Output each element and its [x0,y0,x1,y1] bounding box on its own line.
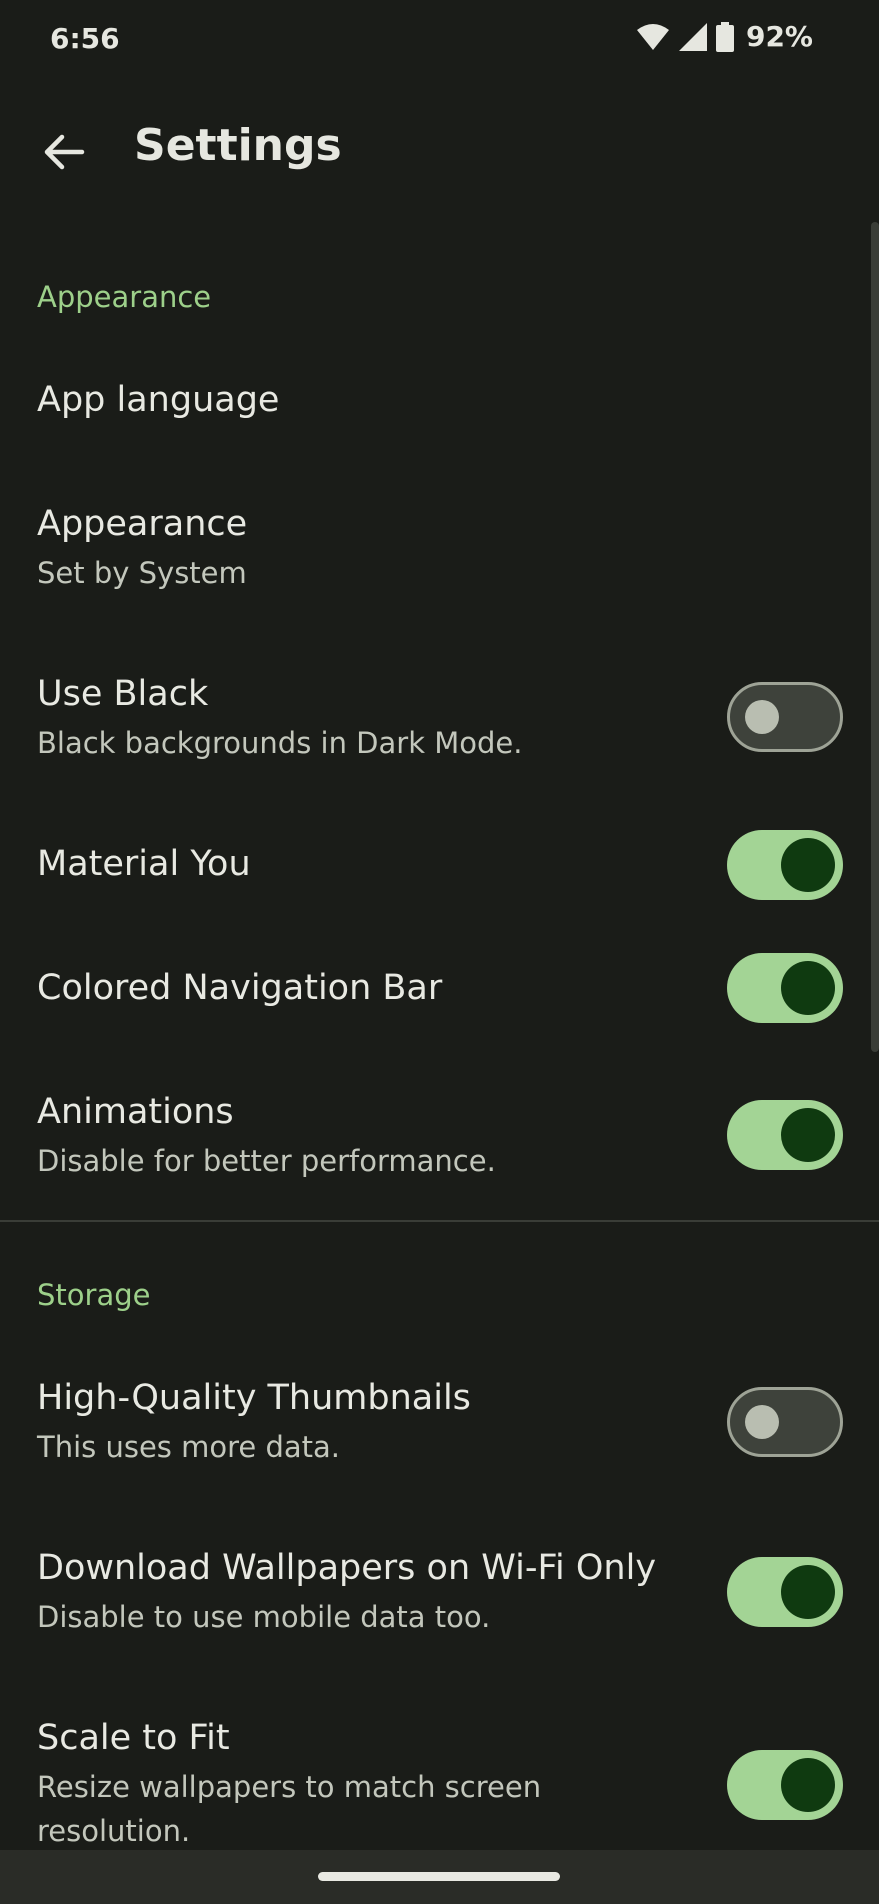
toggle-thumb [781,1758,835,1812]
toggle-thumb [781,1565,835,1619]
setting-title: High-Quality Thumbnails [37,1378,471,1418]
top-app-bar: Settings [0,80,879,220]
scrollbar[interactable] [871,222,879,1052]
setting-title: Colored Navigation Bar [37,968,443,1008]
navigation-bar [0,1850,879,1904]
gesture-handle[interactable] [318,1872,560,1881]
setting-subtitle: Disable to use mobile data too. [37,1600,491,1634]
toggle-thumb [781,838,835,892]
back-button[interactable] [38,126,90,178]
arrow-back-icon [44,134,85,170]
setting-title: App language [37,380,280,420]
setting-title: Download Wallpapers on Wi-Fi Only [37,1548,657,1588]
wifi-icon [636,23,669,50]
page-title: Settings [134,120,342,171]
toggle-thumb [781,961,835,1015]
setting-title: Material You [37,844,251,884]
colored-navigation-bar-toggle[interactable] [727,953,843,1023]
battery-percent: 92% [745,20,813,53]
status-icons: 92% [636,20,813,53]
setting-subtitle: This uses more data. [37,1430,341,1464]
toggle-thumb [745,1405,779,1439]
download-wifi-only-toggle[interactable] [727,1557,843,1627]
setting-title: Use Black [37,674,209,714]
status-bar: 6:56 92% [0,0,879,80]
section-title-storage: Storage [37,1278,151,1312]
material-you-toggle[interactable] [727,830,843,900]
setting-subtitle: Resize wallpapers to match screen resolu… [37,1770,542,1848]
battery-icon [715,21,734,52]
setting-title: Animations [37,1092,234,1132]
signal-icon [678,22,707,51]
use-black-toggle[interactable] [727,682,843,752]
toggle-thumb [745,700,779,734]
animations-toggle[interactable] [727,1100,843,1170]
setting-subtitle: Disable for better performance. [37,1144,496,1178]
setting-title: Appearance [37,504,248,544]
section-title-appearance: Appearance [37,280,212,314]
setting-title: Scale to Fit [37,1718,230,1758]
status-time: 6:56 [50,22,120,55]
section-divider [0,1220,879,1222]
high-quality-thumbnails-toggle[interactable] [727,1387,843,1457]
setting-subtitle: Black backgrounds in Dark Mode. [37,726,523,760]
scale-to-fit-toggle[interactable] [727,1750,843,1820]
toggle-thumb [781,1108,835,1162]
setting-subtitle: Set by System [37,556,247,590]
